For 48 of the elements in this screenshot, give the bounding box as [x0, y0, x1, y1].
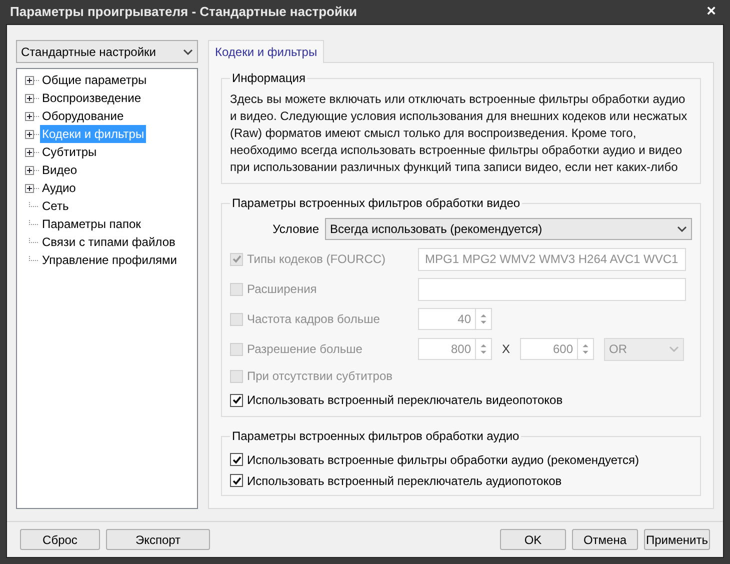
- footer-button[interactable]: Отмена: [572, 529, 638, 550]
- window-title: Параметры проигрывателя - Стандартные настройки: [10, 3, 357, 22]
- profile-dropdown[interactable]: Стандартные настройки: [16, 40, 198, 63]
- tree-item[interactable]: Видео: [40, 161, 80, 179]
- chevron-down-icon: [669, 346, 679, 352]
- tree-item[interactable]: Связи с типами файлов: [40, 233, 178, 251]
- checkbox-label: Типы кодеков (FOURCC): [247, 251, 386, 268]
- tree-item[interactable]: Оборудование: [40, 107, 126, 125]
- checkbox[interactable]: [230, 453, 243, 466]
- tree-item[interactable]: Субтитры: [40, 143, 99, 161]
- expand-icon[interactable]: [25, 148, 39, 156]
- footer-button[interactable]: Сброс: [20, 529, 100, 550]
- tree-item[interactable]: Общие параметры: [40, 71, 149, 89]
- tree-item[interactable]: Аудио: [40, 179, 78, 197]
- checkbox-label: При отсутствии субтитров: [247, 368, 393, 385]
- close-button[interactable]: ×: [706, 4, 720, 20]
- chevron-down-icon: [183, 48, 193, 54]
- tab[interactable]: Кодеки и фильтры: [208, 40, 324, 63]
- checkbox-label: Расширения: [247, 281, 317, 298]
- checkbox-label: Использовать встроенный переключатель видеопотоков: [247, 392, 563, 409]
- times-label: X: [500, 341, 511, 358]
- checkbox-label: Использовать встроенный переключатель аудиопотоков: [247, 472, 562, 490]
- expand-icon[interactable]: [25, 94, 39, 102]
- checkbox[interactable]: [230, 394, 243, 406]
- footer-button[interactable]: OK: [500, 529, 566, 550]
- checkbox-label: Использовать встроенные фильтры обработки аудио (рекомендуется): [247, 452, 639, 468]
- group-title: Параметры встроенных фильтров обработки аудио: [230, 428, 522, 444]
- group-title: Параметры встроенных фильтров обработки видео: [230, 195, 522, 211]
- footer-button[interactable]: Экспорт: [106, 529, 210, 550]
- text-field[interactable]: [418, 278, 686, 300]
- checkbox-label: Частота кадров больше: [247, 311, 380, 328]
- condition-label: Условие: [272, 221, 319, 238]
- expand-icon[interactable]: [25, 76, 39, 84]
- group-title: Информация: [230, 70, 308, 86]
- tree-item[interactable]: Сеть: [40, 197, 71, 215]
- expand-icon[interactable]: [25, 130, 39, 138]
- info-text: Здесь вы можете включать или отключать встроенные фильтры обработки аудио и видео. Следующие условия использования для внешних кодеков или несжатых (Raw) форматов имеют смысл только для воспроизведения. Кроме того, необходимо всегда использовать встроенные фильтры обработки аудио и видео при использовании различных функций типа записи видео, если нет каких-либо: [230, 91, 688, 176]
- checkbox[interactable]: [230, 474, 243, 487]
- tree-item[interactable]: Воспроизведение: [40, 89, 144, 107]
- condition-dropdown[interactable]: Всегда использовать (рекомендуется): [325, 218, 692, 240]
- footer-button[interactable]: Применить: [644, 529, 710, 550]
- expand-icon[interactable]: [25, 184, 39, 192]
- expand-icon[interactable]: [25, 112, 39, 120]
- chevron-down-icon: [677, 226, 687, 232]
- checkbox-label: Разрешение больше: [247, 341, 362, 358]
- tree-item[interactable]: Параметры папок: [40, 215, 143, 233]
- expand-icon[interactable]: [25, 166, 39, 174]
- tree-item[interactable]: Управление профилями: [40, 251, 179, 269]
